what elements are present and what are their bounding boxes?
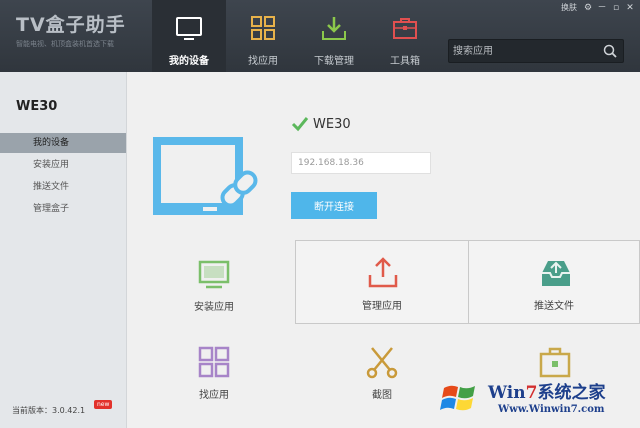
- briefcase-icon: [539, 347, 571, 378]
- tile-label: 找应用: [199, 390, 229, 401]
- grid-icon: [251, 16, 275, 40]
- skin-button[interactable]: 换肤: [558, 2, 580, 14]
- tile-install-apps[interactable]: 安装应用: [127, 242, 301, 326]
- inbox-icon: [542, 261, 570, 286]
- nav-find-apps[interactable]: 找应用: [226, 0, 300, 72]
- check-icon: [291, 117, 309, 132]
- tv-connected-icon: [153, 137, 258, 215]
- sidebar-item-my-devices[interactable]: 我的设备: [0, 133, 126, 153]
- connected-device-name: WE30: [313, 117, 351, 132]
- grid-icon: [198, 346, 230, 378]
- nav-label: 我的设备: [169, 56, 209, 67]
- settings-icon[interactable]: ⚙: [582, 2, 594, 14]
- ip-address-field[interactable]: [291, 152, 431, 174]
- new-badge: new: [94, 400, 113, 409]
- sidebar: WE30 我的设备 安装应用 推送文件 管理盒子 当前版本：3.0.42.1 n…: [0, 72, 127, 428]
- close-icon[interactable]: ✕: [624, 2, 636, 14]
- tv-install-icon: [198, 260, 230, 289]
- tile-screenshot[interactable]: 截图: [295, 330, 469, 414]
- toolbox-icon: [393, 18, 417, 39]
- sidebar-device-name: WE30: [16, 99, 58, 114]
- tile-find-apps[interactable]: 找应用: [127, 330, 301, 414]
- scissors-icon: [366, 347, 398, 379]
- main-panel: WE30 断开连接 安装应用 管理应用 推送文件: [127, 72, 640, 428]
- sidebar-item-install-apps[interactable]: 安装应用: [0, 155, 126, 175]
- sidebar-item-push-files[interactable]: 推送文件: [0, 177, 126, 197]
- tile-push-files[interactable]: 推送文件: [468, 240, 640, 324]
- disconnect-button[interactable]: 断开连接: [291, 192, 377, 219]
- nav-label: 找应用: [248, 56, 278, 67]
- nav-label: 下载管理: [314, 56, 354, 67]
- nav-my-devices[interactable]: 我的设备: [152, 0, 226, 72]
- nav-download-manager[interactable]: 下载管理: [297, 0, 371, 72]
- nav-label: 工具箱: [390, 56, 420, 67]
- header-bar: TV盒子助手 智能电视、机顶盒装机首选下载 我的设备 找应用 下载管理 工具箱 …: [0, 0, 640, 72]
- restore-icon[interactable]: ▫: [610, 2, 622, 14]
- minimize-icon[interactable]: －: [596, 2, 608, 14]
- window-controls: 换肤 ⚙ － ▫ ✕: [558, 2, 636, 14]
- search-icon[interactable]: [603, 44, 617, 58]
- app-logo: TV盒子助手: [16, 14, 126, 36]
- version-text: 当前版本：3.0.42.1: [12, 406, 86, 415]
- tile-label: 截图: [372, 390, 392, 401]
- monitor-icon: [176, 17, 202, 40]
- nav-toolbox[interactable]: 工具箱: [368, 0, 442, 72]
- tile-label: 管理应用: [362, 301, 402, 312]
- download-icon: [322, 17, 346, 40]
- app-subtitle: 智能电视、机顶盒装机首选下载: [16, 40, 114, 48]
- upload-icon: [368, 257, 398, 288]
- sidebar-item-manage-box[interactable]: 管理盒子: [0, 199, 126, 219]
- search-box: [448, 39, 624, 63]
- tile-label: 安装应用: [194, 302, 234, 313]
- tile-toolbox[interactable]: [468, 330, 640, 414]
- tile-label: 推送文件: [534, 301, 574, 312]
- tile-manage-apps[interactable]: 管理应用: [295, 240, 469, 324]
- search-input[interactable]: [453, 40, 593, 62]
